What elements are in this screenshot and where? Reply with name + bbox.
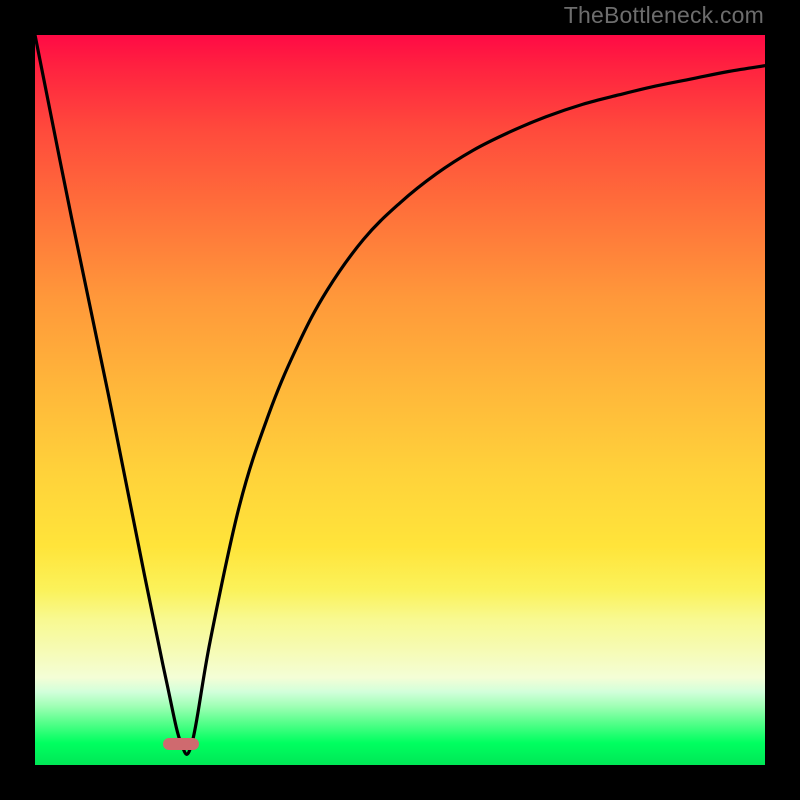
plot-area	[35, 35, 765, 765]
minimum-marker	[163, 738, 199, 750]
watermark-text: TheBottleneck.com	[564, 2, 764, 29]
chart-frame: TheBottleneck.com	[0, 0, 800, 800]
bottleneck-curve	[35, 35, 765, 765]
